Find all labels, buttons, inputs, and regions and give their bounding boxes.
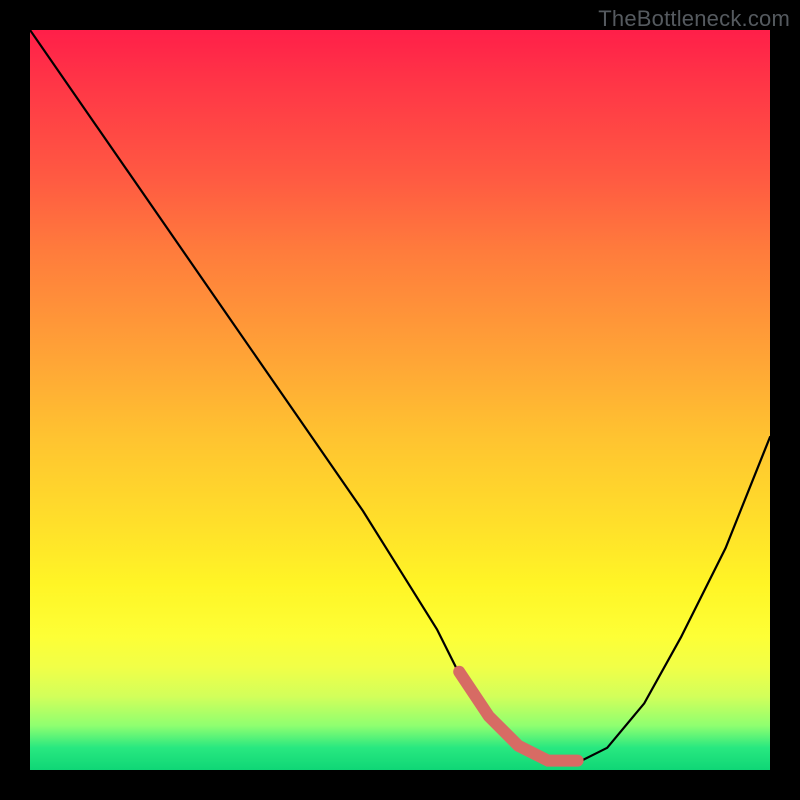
highlight-segment [459,672,577,761]
plot-area [30,30,770,770]
bottleneck-curve [30,30,770,770]
chart-container: TheBottleneck.com [0,0,800,800]
curve-line [30,30,770,763]
watermark-text: TheBottleneck.com [598,6,790,32]
